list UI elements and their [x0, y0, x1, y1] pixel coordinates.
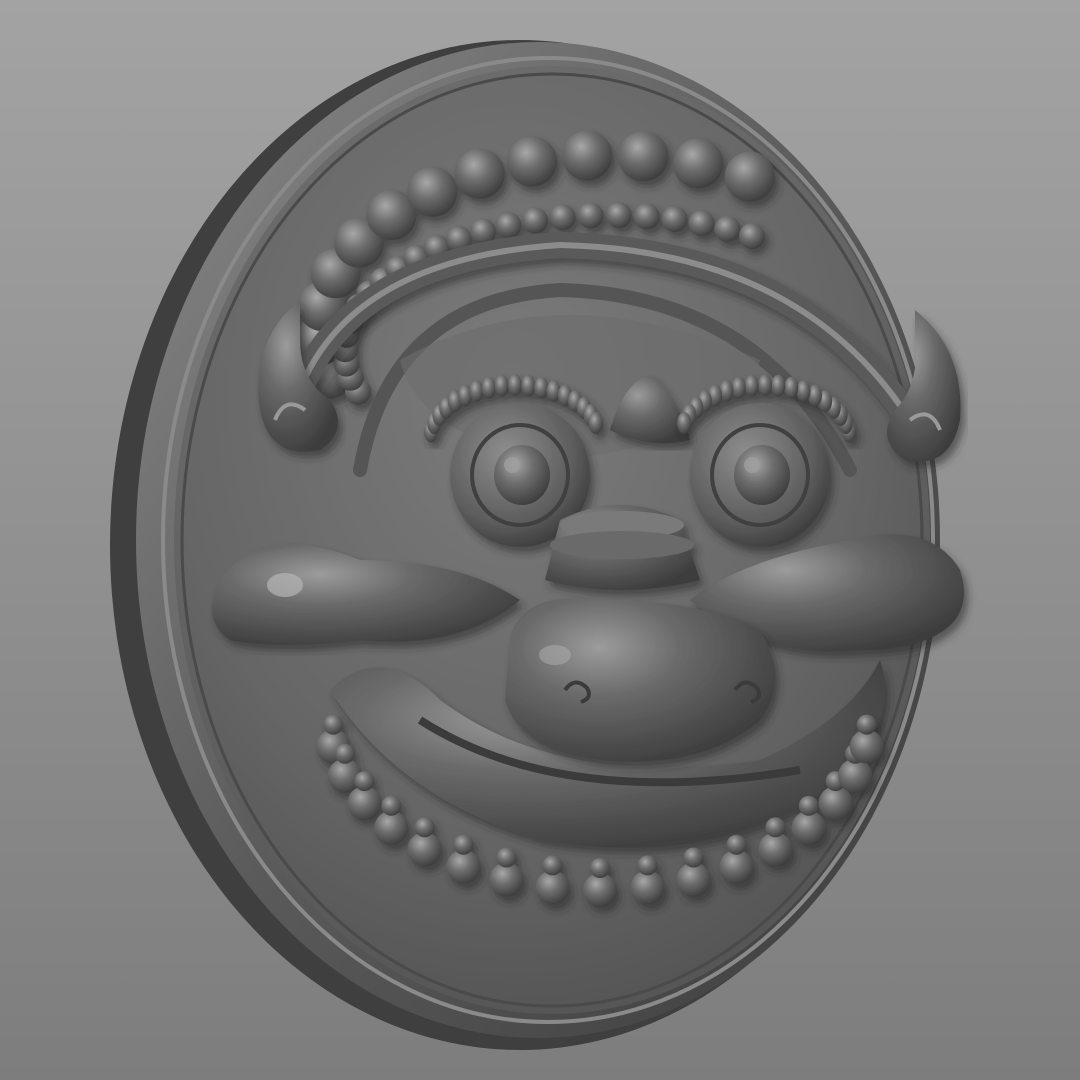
necklace-bead	[347, 786, 382, 821]
crown-inner-bead	[495, 212, 522, 239]
necklace-bead	[849, 729, 884, 764]
necklace-bead-cap	[414, 817, 435, 838]
necklace-bead-cap	[453, 834, 474, 855]
crown-bead	[507, 136, 557, 187]
necklace-bead-cap	[496, 847, 517, 868]
eyebrow-ridge	[744, 374, 759, 397]
eyebrow-ridge	[508, 374, 522, 396]
eyebrow-ridge	[469, 380, 484, 402]
necklace-bead-cap	[637, 855, 658, 876]
necklace-bead	[583, 873, 617, 907]
necklace-bead-cap	[683, 847, 704, 868]
necklace-bead	[719, 849, 754, 884]
necklace-bead	[374, 810, 409, 845]
crown-bead	[562, 130, 613, 181]
crown-inner-bead	[661, 206, 688, 233]
necklace-bead-cap	[590, 858, 610, 878]
eyebrow-ridge	[677, 412, 692, 434]
eyebrow-ridge	[494, 374, 509, 397]
medallion-scene	[0, 0, 1080, 1080]
eyebrow-ridge	[731, 376, 746, 399]
necklace-bead-cap	[765, 817, 786, 838]
crown-inner-bead	[577, 202, 604, 229]
crown-inner-bead	[688, 210, 715, 237]
eyebrow-ridge	[771, 374, 786, 397]
crown-bead	[673, 138, 724, 189]
eyebrow-ridge	[784, 376, 799, 399]
necklace-bead	[630, 870, 665, 905]
necklace-bead	[446, 849, 481, 884]
crown-bead	[724, 151, 775, 202]
necklace-bead-cap	[334, 743, 355, 764]
necklace-bead-cap	[354, 771, 375, 792]
necklace-bead-cap	[726, 834, 747, 855]
eyebrow-ridge	[521, 374, 536, 397]
necklace-bead-cap	[381, 795, 402, 816]
necklace-bead	[838, 758, 873, 793]
necklace-bead-cap	[856, 714, 877, 735]
necklace-bead	[758, 832, 793, 867]
necklace-bead-cap	[323, 714, 344, 735]
crown-bead	[618, 131, 669, 182]
crown-inner-bead	[714, 216, 741, 242]
necklace-bead-cap	[542, 855, 563, 876]
crown-bead	[407, 166, 458, 217]
crown-inner-bead	[633, 203, 660, 230]
eyebrow-ridge	[758, 374, 772, 396]
crown-inner-bead	[739, 223, 765, 249]
necklace-bead	[535, 870, 570, 905]
eyebrow-ridge	[534, 376, 549, 399]
necklace-bead	[489, 862, 524, 897]
crown-inner-bead	[522, 207, 548, 234]
eyebrow-ridge	[588, 412, 603, 434]
necklace-bead	[791, 810, 826, 845]
necklace-bead	[676, 862, 711, 897]
necklace-bead	[407, 832, 442, 867]
crown-bead	[454, 148, 505, 199]
necklace-bead	[818, 786, 853, 821]
eyebrow-ridge	[796, 380, 811, 402]
necklace-bead-cap	[798, 795, 819, 816]
eyebrow-ridge	[481, 376, 496, 399]
right-eye	[690, 403, 830, 547]
medallion-relief	[110, 40, 964, 1050]
crown-inner-bead	[549, 204, 576, 231]
crown-inner-bead	[605, 202, 632, 229]
